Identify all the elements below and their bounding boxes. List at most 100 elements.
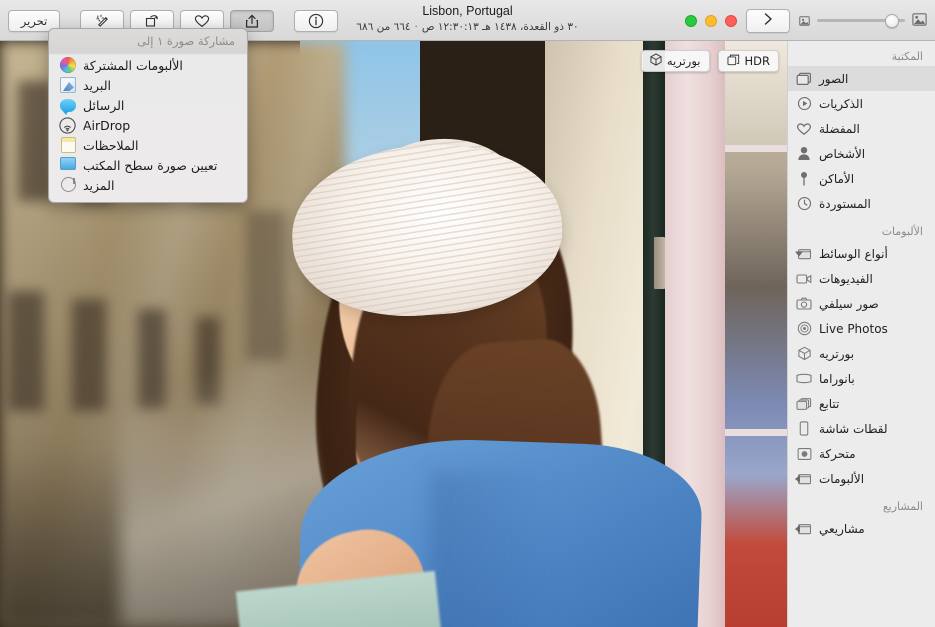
live-photos-icon bbox=[796, 321, 812, 337]
pin-icon bbox=[796, 171, 812, 187]
sidebar-item-live-photos[interactable]: Live Photos bbox=[788, 316, 935, 341]
sidebar-item-label: بورتريه bbox=[819, 346, 855, 361]
share-item-label: الرسائل bbox=[83, 98, 125, 113]
sidebar-item-label: مشاريعي bbox=[819, 521, 865, 536]
sidebar-item-label: الفيديوهات bbox=[819, 271, 873, 286]
sidebar-item-label: لقطات شاشة bbox=[819, 421, 888, 436]
sidebar-item-label: صور سيلفي bbox=[819, 296, 879, 311]
sidebar-item-places[interactable]: الأماكن bbox=[788, 166, 935, 191]
burst-icon bbox=[796, 396, 812, 412]
photo-badges: بورتريه HDR bbox=[640, 50, 779, 72]
sidebar-item-portrait[interactable]: بورتريه bbox=[788, 341, 935, 366]
share-item-label: البريد bbox=[83, 78, 111, 93]
heart-icon bbox=[796, 121, 812, 137]
next-photo-button[interactable] bbox=[746, 8, 790, 33]
sidebar-item-label: بانوراما bbox=[819, 371, 855, 386]
close-window-button[interactable] bbox=[725, 14, 737, 27]
sidebar-item-label: الأشخاص bbox=[819, 146, 866, 161]
sidebar-item-label: الصور bbox=[819, 71, 849, 86]
sidebar-item-label: الأماكن bbox=[819, 171, 855, 186]
chevron-right-icon bbox=[762, 11, 774, 30]
badge-portrait-label: بورتريه bbox=[666, 54, 701, 68]
disclosure-closed-icon[interactable] bbox=[795, 474, 800, 483]
sidebar-item-animated[interactable]: متحركة bbox=[788, 441, 935, 466]
share-item-label: الملاحظات bbox=[83, 138, 139, 153]
cube-icon bbox=[796, 346, 812, 362]
person-icon bbox=[796, 146, 812, 162]
info-button[interactable] bbox=[294, 9, 338, 32]
share-item-label: الألبومات المشتركة bbox=[83, 58, 183, 73]
disclosure-open-icon[interactable] bbox=[795, 251, 803, 256]
sidebar-item-label: الذكريات bbox=[819, 96, 863, 111]
photos-icon bbox=[796, 71, 812, 87]
sidebar: المكتبة الصور الذكريات المفضلة الأشخاص ا… bbox=[787, 41, 935, 627]
sidebar-item-panorama[interactable]: بانوراما bbox=[788, 366, 935, 391]
more-icon bbox=[59, 177, 76, 194]
badge-portrait[interactable]: بورتريه bbox=[640, 50, 710, 72]
sidebar-item-albums[interactable]: الألبومات bbox=[788, 466, 935, 491]
sidebar-item-favorites[interactable]: المفضلة bbox=[788, 116, 935, 141]
zoom-slider[interactable] bbox=[817, 13, 905, 28]
sidebar-item-label: المفضلة bbox=[819, 121, 860, 136]
zoom-slider-knob[interactable] bbox=[885, 13, 899, 28]
share-item-label: المزيد bbox=[83, 178, 115, 193]
share-menu-title: مشاركة صورة ١ إلى bbox=[137, 34, 235, 48]
sidebar-item-label: Live Photos bbox=[819, 321, 888, 336]
sidebar-item-screenshots[interactable]: لقطات شاشة bbox=[788, 416, 935, 441]
animated-icon bbox=[796, 446, 812, 462]
notes-icon bbox=[59, 137, 76, 154]
zoom-slider-control[interactable] bbox=[799, 11, 927, 30]
sidebar-item-label: الألبومات bbox=[819, 471, 865, 486]
sidebar-item-label: أنواع الوسائط bbox=[819, 246, 888, 261]
photo-date: ٣٠ ذو القعدة، ١٤٣٨ هـ ١٢:٣٠:١٣ ص bbox=[421, 21, 579, 33]
heart-icon bbox=[194, 14, 210, 28]
share-item-more[interactable]: المزيد bbox=[49, 176, 247, 196]
sidebar-header-projects: المشاريع bbox=[882, 500, 923, 513]
share-icon bbox=[245, 13, 259, 29]
shared-albums-icon bbox=[59, 57, 76, 74]
minimize-window-button[interactable] bbox=[705, 14, 717, 27]
window-controls bbox=[685, 14, 737, 27]
share-item-notes[interactable]: الملاحظات bbox=[49, 136, 247, 156]
share-item-mail[interactable]: البريد bbox=[49, 76, 247, 96]
badge-hdr-label: HDR bbox=[744, 54, 771, 68]
badge-hdr[interactable]: HDR bbox=[717, 50, 779, 72]
sidebar-item-memories[interactable]: الذكريات bbox=[788, 91, 935, 116]
share-item-messages[interactable]: الرسائل bbox=[49, 96, 247, 116]
zoom-window-button[interactable] bbox=[685, 14, 697, 27]
sidebar-item-label: المستوردة bbox=[819, 196, 871, 211]
magic-wand-icon bbox=[95, 13, 110, 28]
sidebar-item-imported[interactable]: المستوردة bbox=[788, 191, 935, 216]
video-icon bbox=[796, 271, 812, 287]
layers-icon bbox=[727, 54, 740, 69]
messages-icon bbox=[59, 97, 76, 115]
disclosure-closed-icon[interactable] bbox=[795, 524, 800, 533]
camera-icon bbox=[796, 296, 812, 312]
share-item-set-desktop-picture[interactable]: تعيين صورة سطح المكتب bbox=[49, 156, 247, 176]
clock-icon bbox=[796, 196, 812, 212]
airdrop-icon bbox=[59, 117, 76, 134]
desktop-picture-icon bbox=[59, 157, 76, 174]
sidebar-item-my-projects[interactable]: مشاريعي bbox=[788, 516, 935, 541]
sidebar-item-media-types[interactable]: أنواع الوسائط bbox=[788, 241, 935, 266]
sidebar-item-people[interactable]: الأشخاص bbox=[788, 141, 935, 166]
info-icon bbox=[308, 13, 324, 29]
screenshot-icon bbox=[796, 421, 812, 437]
share-item-airdrop[interactable]: AirDrop bbox=[49, 116, 247, 136]
sidebar-item-photos[interactable]: الصور bbox=[788, 66, 935, 91]
sidebar-item-videos[interactable]: الفيديوهات bbox=[788, 266, 935, 291]
cube-icon bbox=[650, 53, 662, 69]
share-item-label: تعيين صورة سطح المكتب bbox=[83, 158, 218, 173]
meta-separator: · bbox=[414, 21, 418, 33]
sidebar-item-label: متحركة bbox=[819, 446, 856, 461]
memories-icon bbox=[796, 96, 812, 112]
sidebar-item-selfies[interactable]: صور سيلفي bbox=[788, 291, 935, 316]
sidebar-item-label: تتابع bbox=[819, 396, 840, 411]
share-item-shared-albums[interactable]: الألبومات المشتركة bbox=[49, 56, 247, 76]
rotate-icon bbox=[144, 13, 160, 28]
share-item-label: AirDrop bbox=[83, 118, 131, 133]
sidebar-item-bursts[interactable]: تتابع bbox=[788, 391, 935, 416]
panorama-icon bbox=[796, 371, 812, 387]
photo-small-icon bbox=[799, 11, 810, 30]
toolbar-right-group bbox=[685, 0, 927, 41]
